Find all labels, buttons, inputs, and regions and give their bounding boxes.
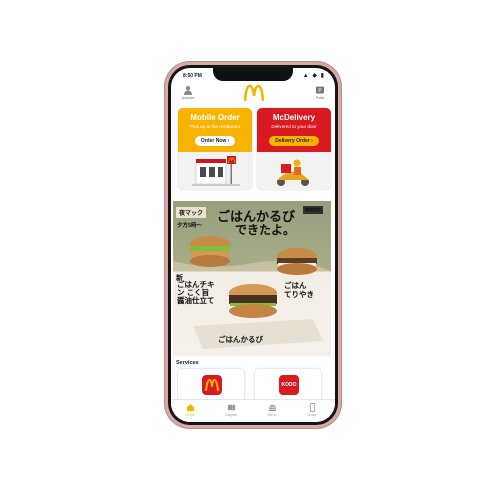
mobile-order-card[interactable]: Mobile Order Pick up at the restaurant O… [178,108,252,190]
app-header: Account P Point [171,82,335,106]
phone-icon [309,403,315,412]
mcdonalds-logo[interactable] [244,84,264,102]
burger-icon [268,404,276,412]
banner-headline-2: できたよ。 [235,223,296,237]
point-card-icon: P [316,86,324,94]
tab-coupon-label: Coupon [224,413,238,417]
chicken-burger-image [190,236,230,267]
tab-order[interactable]: Order [297,403,327,417]
chevron-right-icon: › [227,138,230,144]
banner-time: 夕方5時～ [177,223,203,229]
delivery-order-button[interactable]: Delivery Order › [269,136,319,146]
delivery-scooter-illustration [277,159,309,186]
chevron-right-icon: › [311,138,313,144]
mcdonalds-app-icon [202,375,222,395]
kodo-label: KODO [281,382,297,388]
status-icons: ▲ ◆ ▮ [302,73,325,79]
limited-badge: 期間限定 [303,206,323,214]
account-icon [184,86,192,95]
tab-home[interactable]: Home [175,403,205,417]
home-icon [186,403,194,412]
mobile-order-title: Mobile Order [190,113,240,122]
mobile-order-header: Mobile Order Pick up at the restaurant O… [178,108,252,152]
delivery-order-label: Delivery Order [275,138,310,144]
chicken-label: ごはんチキン こく旨 醤油仕立て [177,280,215,305]
mcdelivery-subtitle: Delivered to your door [271,124,317,129]
notch [213,68,293,81]
yoru-mac-tag: 夜マック [176,207,207,218]
phone-frame: 8:50 PM ▲ ◆ ▮ Account P Point Mobile Ord… [164,61,342,429]
bottom-tab-bar: Home Coupon Menu Order [171,399,335,422]
tab-coupon[interactable]: Coupon [216,403,246,417]
order-now-label: Order Now [200,138,227,144]
mobile-order-subtitle: Pick up at the restaurant [190,124,240,129]
account-label: Account [181,96,195,100]
services-heading: Services [176,360,199,366]
phone-bezel: 8:50 PM ▲ ◆ ▮ Account P Point Mobile Ord… [168,65,338,425]
service-card-kodo[interactable]: KODO [255,369,321,403]
tab-order-label: Order [307,413,317,417]
mcdelivery-header: McDelivery Delivered to your door Delive… [257,108,331,152]
tab-menu-label: Menu [267,413,277,417]
status-time: 8:50 PM [183,73,202,79]
karubi-burger-image [229,284,277,318]
coupon-icon [227,404,235,411]
kodo-app-icon: KODO [279,375,299,395]
point-button[interactable]: P Point [307,85,333,100]
teriyaki-burger-image [277,248,317,275]
app-screen: 8:50 PM ▲ ◆ ▮ Account P Point Mobile Ord… [171,68,335,422]
order-now-button[interactable]: Order Now › [194,136,236,146]
point-label: Point [316,96,324,100]
promo-banner[interactable]: 夜マック 夕方5時～ ごはんかるび できたよ。 期間限定 新 ごはんチキン こく… [173,201,331,356]
tab-menu[interactable]: Menu [257,403,287,417]
tab-home-label: Home [185,413,195,417]
restaurant-illustration [192,156,240,186]
account-button[interactable]: Account [175,85,201,100]
mcdelivery-card[interactable]: McDelivery Delivered to your door Delive… [257,108,331,190]
service-card-mcdonalds[interactable] [178,369,244,403]
mcdelivery-title: McDelivery [272,113,316,122]
karubi-label: ごはんかるび [218,335,263,344]
teriyaki-label: ごはん てりやき [284,281,314,299]
